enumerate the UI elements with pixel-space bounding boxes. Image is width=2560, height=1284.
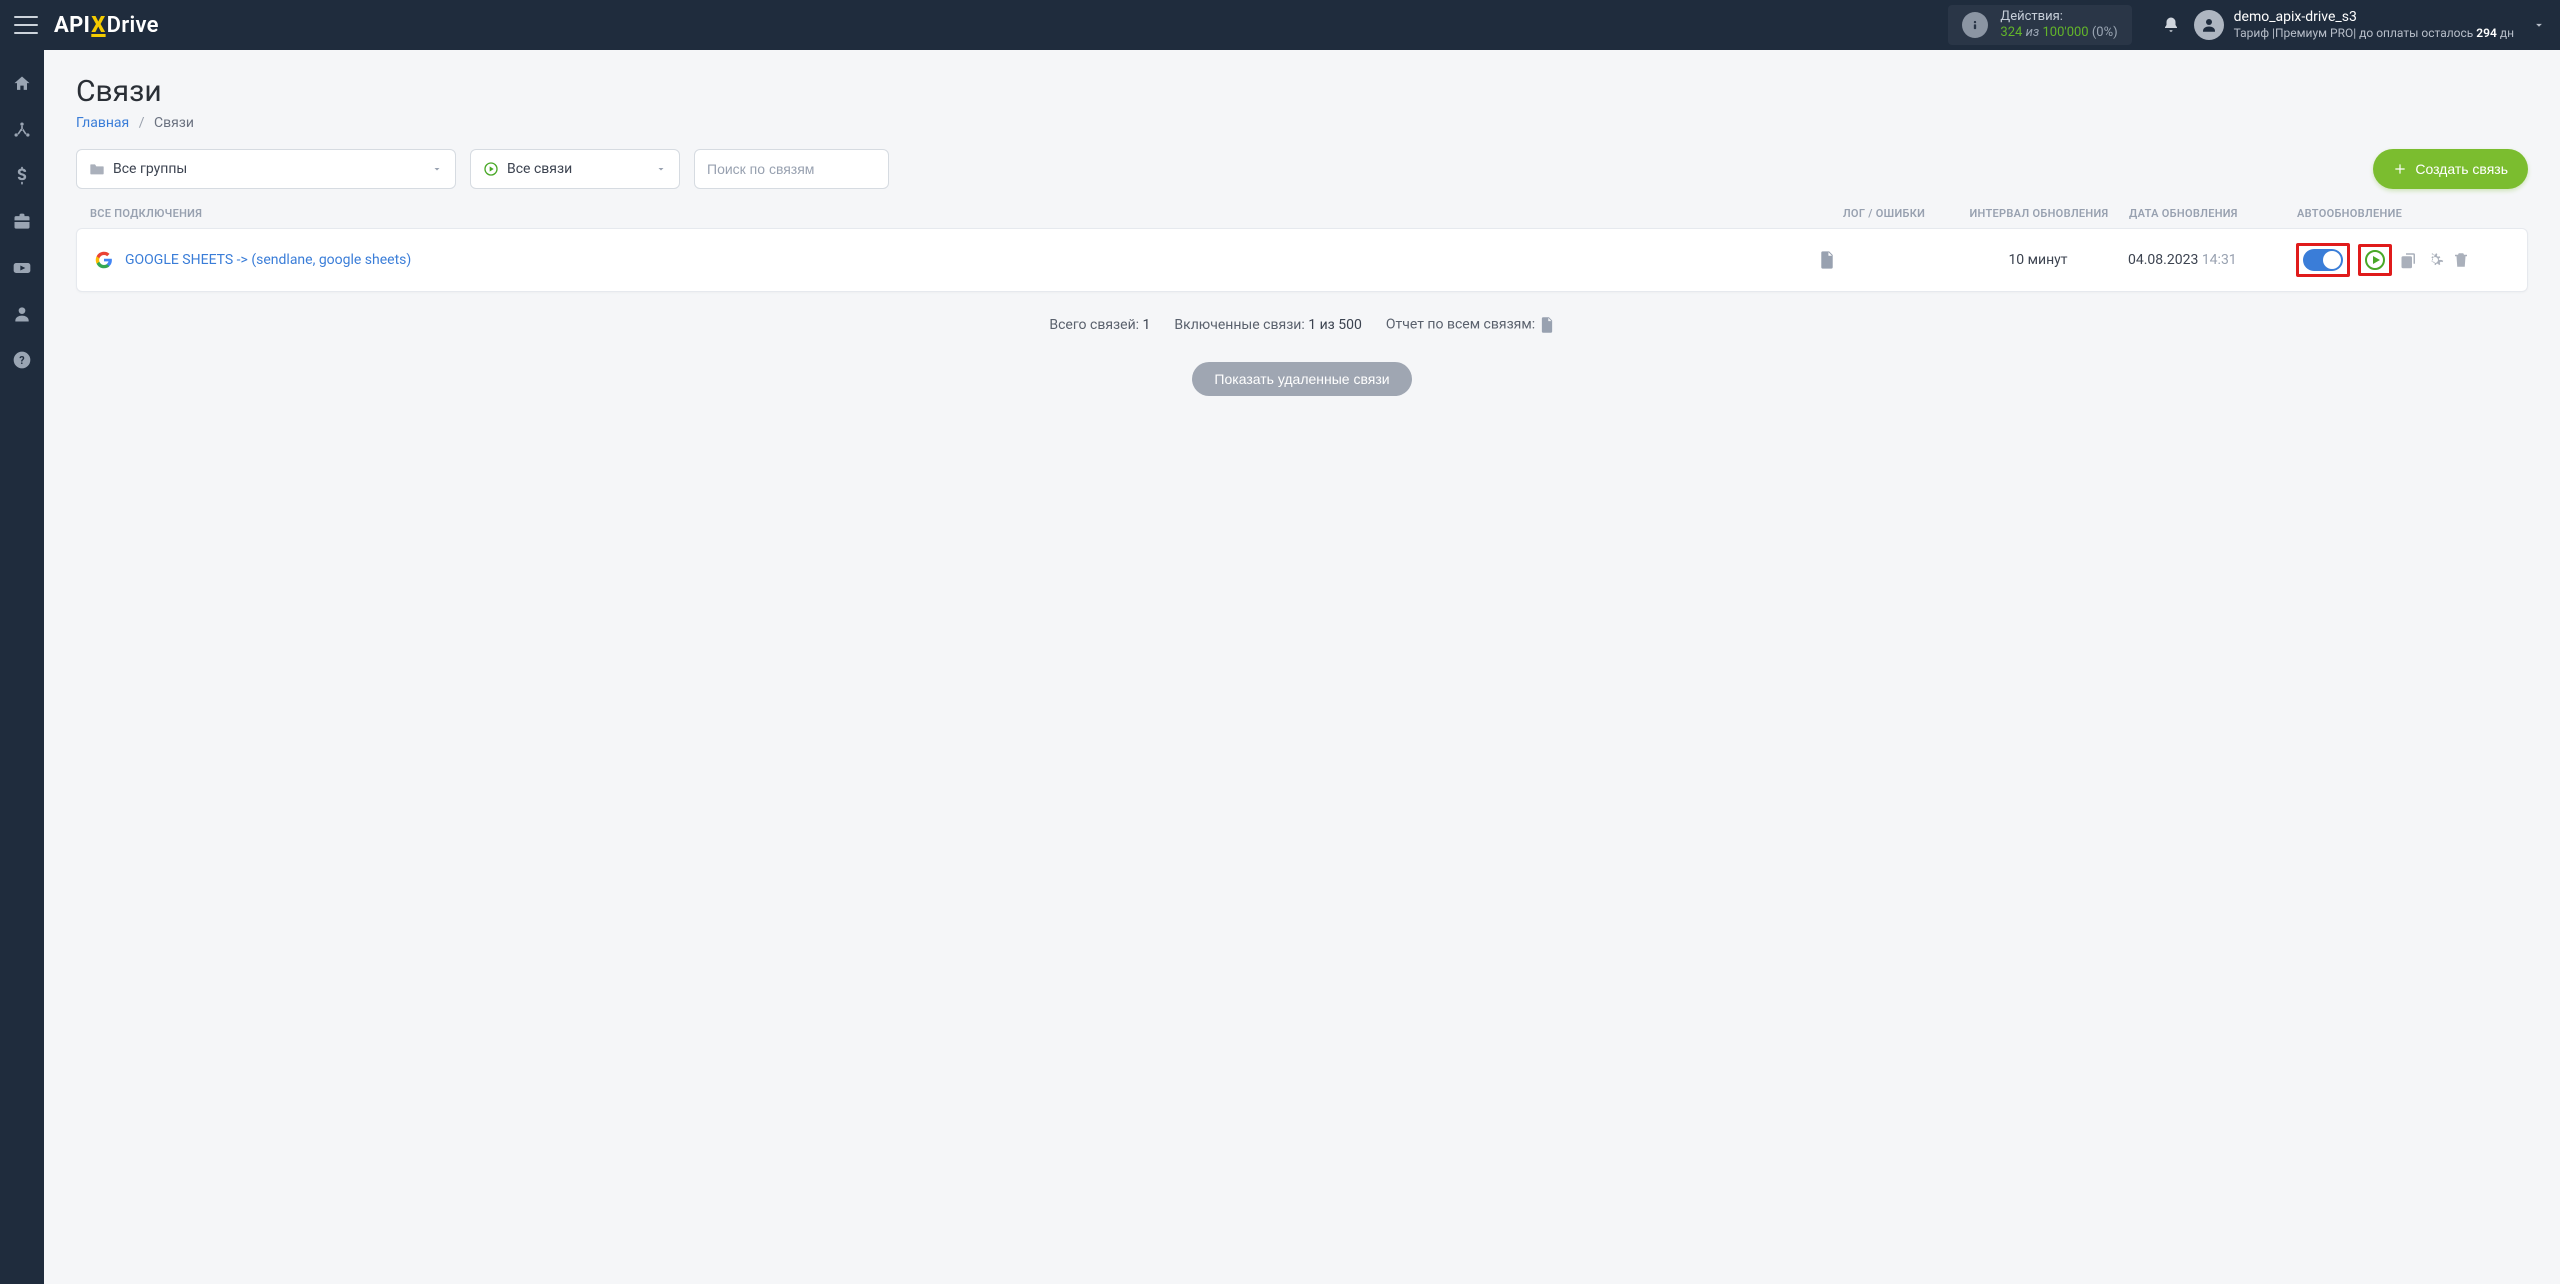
settings-button[interactable] <box>2426 251 2444 269</box>
create-label: Создать связь <box>2415 161 2508 177</box>
page-title: Связи <box>76 74 2528 109</box>
sidebar-billing[interactable] <box>8 162 36 190</box>
chevron-down-icon <box>655 163 667 175</box>
col-interval-header: ИНТЕРВАЛ ОБНОВЛЕНИЯ <box>1949 207 2129 220</box>
status-label: Все связи <box>507 161 572 177</box>
main-content: Связи Главная / Связи Все группы Все свя… <box>44 50 2560 1284</box>
show-deleted-button[interactable]: Показать удаленные связи <box>1192 362 1411 396</box>
col-log-header: ЛОГ / ОШИБКИ <box>1819 207 1949 220</box>
user-menu[interactable]: demo_apix-drive_s3 Тариф |Премиум PRO| д… <box>2194 9 2546 42</box>
user-name: demo_apix-drive_s3 <box>2234 9 2514 27</box>
logo-x: X <box>91 13 105 38</box>
controls-row: Все группы Все связи Создать связь <box>76 149 2528 189</box>
breadcrumb: Главная / Связи <box>76 115 2528 131</box>
sidebar-profile[interactable] <box>8 300 36 328</box>
gear-icon <box>2426 251 2444 269</box>
copy-button[interactable] <box>2400 251 2418 269</box>
sidebar: ? <box>0 50 44 1284</box>
actions-total: 100'000 <box>2043 25 2089 40</box>
chevron-down-icon <box>431 163 443 175</box>
logo[interactable]: APIXDrive <box>54 13 159 38</box>
folder-icon <box>89 162 105 176</box>
avatar-icon <box>2194 10 2224 40</box>
play-circle-icon <box>483 161 499 177</box>
plus-icon <box>2393 162 2407 176</box>
sidebar-briefcase[interactable] <box>8 208 36 236</box>
copy-icon <box>2400 251 2418 269</box>
col-date-header: ДАТА ОБНОВЛЕНИЯ <box>2129 207 2289 220</box>
summary-row: Всего связей: 1 Включенные связи: 1 из 5… <box>76 316 2528 334</box>
highlight-play <box>2358 244 2392 276</box>
col-auto-header: АВТООБНОВЛЕНИЕ <box>2289 207 2514 220</box>
create-connection-button[interactable]: Создать связь <box>2373 149 2528 189</box>
sidebar-connections[interactable] <box>8 116 36 144</box>
tariff-text: Тариф |Премиум PRO| до оплаты осталось 2… <box>2234 26 2514 41</box>
logo-api: API <box>54 13 90 38</box>
google-icon <box>95 251 113 269</box>
autoupdate-toggle[interactable] <box>2303 249 2343 271</box>
connection-row: GOOGLE SHEETS -> (sendlane, google sheet… <box>76 228 2528 292</box>
notifications-button[interactable] <box>2162 15 2180 35</box>
interval-value: 10 минут <box>1948 252 2128 268</box>
actions-label: Действия: <box>2000 9 2117 25</box>
logo-drive: Drive <box>107 13 159 38</box>
top-header: APIXDrive Действия: 324 из 100'000 (0%) … <box>0 0 2560 50</box>
enabled-connections: Включенные связи: 1 из 500 <box>1174 317 1361 333</box>
report-link[interactable]: Отчет по всем связям: <box>1386 316 1555 334</box>
status-select[interactable]: Все связи <box>470 149 680 189</box>
date-value: 04.08.2023 14:31 <box>2128 252 2288 268</box>
breadcrumb-home[interactable]: Главная <box>76 115 129 131</box>
groups-select[interactable]: Все группы <box>76 149 456 189</box>
run-now-button[interactable] <box>2365 250 2385 270</box>
connection-name-link[interactable]: GOOGLE SHEETS -> (sendlane, google sheet… <box>125 252 411 268</box>
document-icon <box>1818 250 1836 270</box>
document-icon <box>1539 316 1555 334</box>
actions-pct: (0%) <box>2092 25 2118 40</box>
trash-icon <box>2452 251 2470 269</box>
table-header: ВСЕ ПОДКЛЮЧЕНИЯ ЛОГ / ОШИБКИ ИНТЕРВАЛ ОБ… <box>76 207 2528 228</box>
chevron-down-icon <box>2532 18 2546 32</box>
breadcrumb-current: Связи <box>154 115 194 131</box>
sidebar-video[interactable] <box>8 254 36 282</box>
menu-toggle-button[interactable] <box>14 16 38 34</box>
actions-counter[interactable]: Действия: 324 из 100'000 (0%) <box>1948 5 2131 46</box>
delete-button[interactable] <box>2452 251 2470 269</box>
search-input[interactable] <box>694 149 889 189</box>
log-button[interactable] <box>1818 250 1948 270</box>
groups-label: Все группы <box>113 161 187 177</box>
actions-used: 324 <box>2000 25 2022 40</box>
highlight-toggle <box>2296 243 2350 277</box>
sidebar-home[interactable] <box>8 70 36 98</box>
actions-iz: из <box>2026 25 2040 40</box>
breadcrumb-sep: / <box>139 115 145 131</box>
svg-text:?: ? <box>19 354 24 367</box>
total-connections: Всего связей: 1 <box>1049 317 1150 333</box>
sidebar-help[interactable]: ? <box>8 346 36 374</box>
info-icon <box>1962 12 1988 38</box>
col-name-header: ВСЕ ПОДКЛЮЧЕНИЯ <box>90 207 1819 220</box>
